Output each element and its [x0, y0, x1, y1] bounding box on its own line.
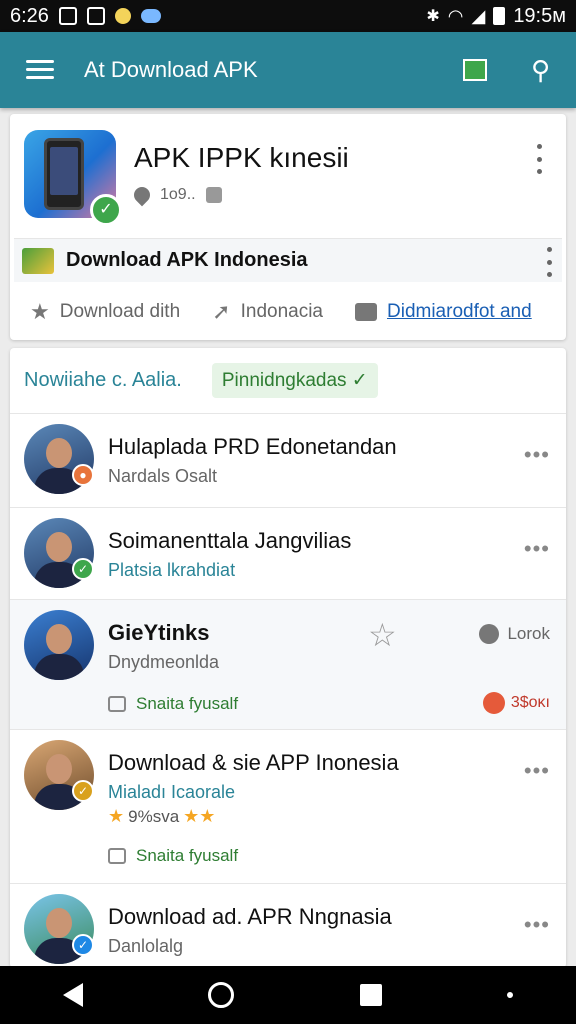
item-title: Hulaplada PRD Edonetandan	[108, 434, 397, 459]
rating: ★ 9%sva ★★	[108, 806, 215, 827]
verified-icon: ✓	[72, 934, 94, 956]
item-subtitle: Danlolalg	[108, 936, 184, 956]
star-icon: ★	[30, 299, 50, 324]
item-subtitle: Nardals Osalt	[108, 466, 218, 486]
like-icon[interactable]	[108, 696, 126, 712]
app-meta-text: 1o9..	[160, 186, 196, 203]
download-options-icon[interactable]	[544, 247, 554, 277]
status-bar: 6:26 ✱ ◠ ◢ 19:5м	[0, 0, 576, 32]
app-name: APK IPPK kınesii	[134, 142, 349, 173]
item-title: Download ad. APR Nngnasia	[108, 904, 392, 929]
bluetooth-icon: ✱	[426, 8, 440, 25]
status-time: 6:26	[10, 4, 49, 27]
filter-row: Nowiiahe c. Aalia. Pinnidngkadas ✓	[10, 348, 566, 414]
back-icon[interactable]	[62, 983, 83, 1007]
indonesia-action-label: Indonacia	[240, 301, 323, 322]
star-icon: ★★	[183, 806, 216, 826]
favorite-star-icon[interactable]: ☆	[368, 616, 397, 654]
app-title: At Download APK	[84, 57, 258, 82]
filter-chip[interactable]: Pinnidngkadas ✓	[211, 363, 378, 398]
reaction-icon	[482, 692, 505, 714]
item-meta: Snaita fyusalf	[108, 694, 238, 714]
item-title: Download & sie APP Inonesia	[108, 750, 399, 775]
details-link-label: Didmiarodfot and	[387, 301, 532, 322]
navigation-bar	[0, 966, 576, 1024]
badge-icon: ●	[72, 464, 94, 486]
download-action[interactable]: ★ Download dith	[30, 299, 180, 325]
share-icon: ➚	[212, 299, 231, 324]
item-title: Soimanenttala Jangvilias	[108, 528, 352, 553]
avatar	[24, 610, 94, 680]
dot-icon	[507, 992, 514, 998]
status-clock: 19:5м	[513, 4, 566, 27]
item-status-label: Lorok	[507, 624, 550, 643]
download-action-label: Download dith	[59, 301, 181, 322]
home-icon[interactable]	[208, 982, 235, 1008]
rating-label: 9%sva	[128, 806, 180, 826]
details-link[interactable]: Didmiarodfot and	[355, 301, 532, 323]
app-notification-icon	[114, 8, 131, 24]
reaction[interactable]: 3$oκı	[482, 692, 550, 714]
more-icon[interactable]: •••	[524, 442, 550, 468]
indonesia-action[interactable]: ➚ Indonacia	[212, 299, 323, 325]
cloud-icon	[140, 9, 161, 23]
app-bar: At Download APK ⚲	[0, 32, 576, 108]
gamepad-icon	[205, 187, 222, 203]
recent-apps-icon[interactable]	[359, 984, 382, 1006]
star-icon: ★	[108, 806, 125, 826]
download-label: Download APK Indonesia	[66, 249, 308, 271]
battery-icon	[493, 7, 506, 25]
notification-icon	[86, 7, 105, 25]
list-card: Nowiiahe c. Aalia. Pinnidngkadas ✓ ● Hul…	[10, 348, 566, 968]
item-meta-label: Snaita fyusalf	[136, 846, 239, 865]
item-status: Lorok	[479, 624, 550, 644]
verified-icon: ✓	[72, 558, 94, 580]
action-row: ★ Download dith ➚ Indonacia Didmiarodfot…	[30, 292, 566, 332]
search-icon[interactable]: ⚲	[531, 55, 550, 86]
app-icon[interactable]: ✓	[24, 130, 122, 226]
item-subtitle: Platsia lkrahdiat	[108, 560, 236, 580]
reaction-count: 3$oκı	[510, 694, 550, 711]
indonesia-icon	[22, 247, 54, 274]
list-item[interactable]: ✓ Download ad. APR Nngnasia Danlolalg ••…	[10, 884, 566, 968]
badge-icon: ✓	[72, 780, 94, 802]
item-subtitle: Dnydmeonlda	[108, 652, 220, 672]
more-options-icon[interactable]	[534, 144, 544, 174]
more-icon[interactable]: •••	[524, 536, 550, 562]
mail-icon[interactable]	[462, 59, 487, 81]
chat-icon	[355, 303, 377, 321]
app-card: ✓ APK IPPK kınesii 1o9.. Download APK In…	[10, 114, 566, 340]
list-item[interactable]: ✓ Soimanenttala Jangvilias Platsia lkrah…	[10, 508, 566, 600]
location-icon	[130, 183, 154, 207]
item-title: GieYtinks	[108, 620, 210, 645]
menu-icon[interactable]	[26, 60, 54, 80]
clock-icon	[479, 624, 500, 644]
verified-icon: ✓	[90, 194, 122, 226]
more-icon[interactable]: •••	[524, 758, 550, 784]
filter-label[interactable]: Nowiiahe c. Aalia.	[24, 369, 182, 392]
list-item[interactable]: ✓ Download & sie APP Inonesia Mialadı Ic…	[10, 730, 566, 884]
app-meta: 1o9..	[130, 183, 222, 207]
list-item[interactable]: GieYtinks Dnydmeonlda ☆ Lorok Snaita fyu…	[10, 600, 566, 730]
item-subtitle: Mialadı Icaorale	[108, 782, 236, 802]
download-row[interactable]: Download APK Indonesia	[14, 238, 562, 282]
like-icon[interactable]	[108, 848, 126, 864]
signal-icon: ◢	[471, 5, 486, 26]
item-meta: Snaita fyusalf	[108, 846, 238, 866]
list-item[interactable]: ● Hulaplada PRD Edonetandan Nardals Osal…	[10, 414, 566, 508]
more-icon[interactable]: •••	[524, 912, 550, 938]
wifi-icon: ◠	[447, 5, 464, 26]
gallery-icon	[58, 7, 77, 25]
item-meta-label: Snaita fyusalf	[136, 694, 239, 713]
